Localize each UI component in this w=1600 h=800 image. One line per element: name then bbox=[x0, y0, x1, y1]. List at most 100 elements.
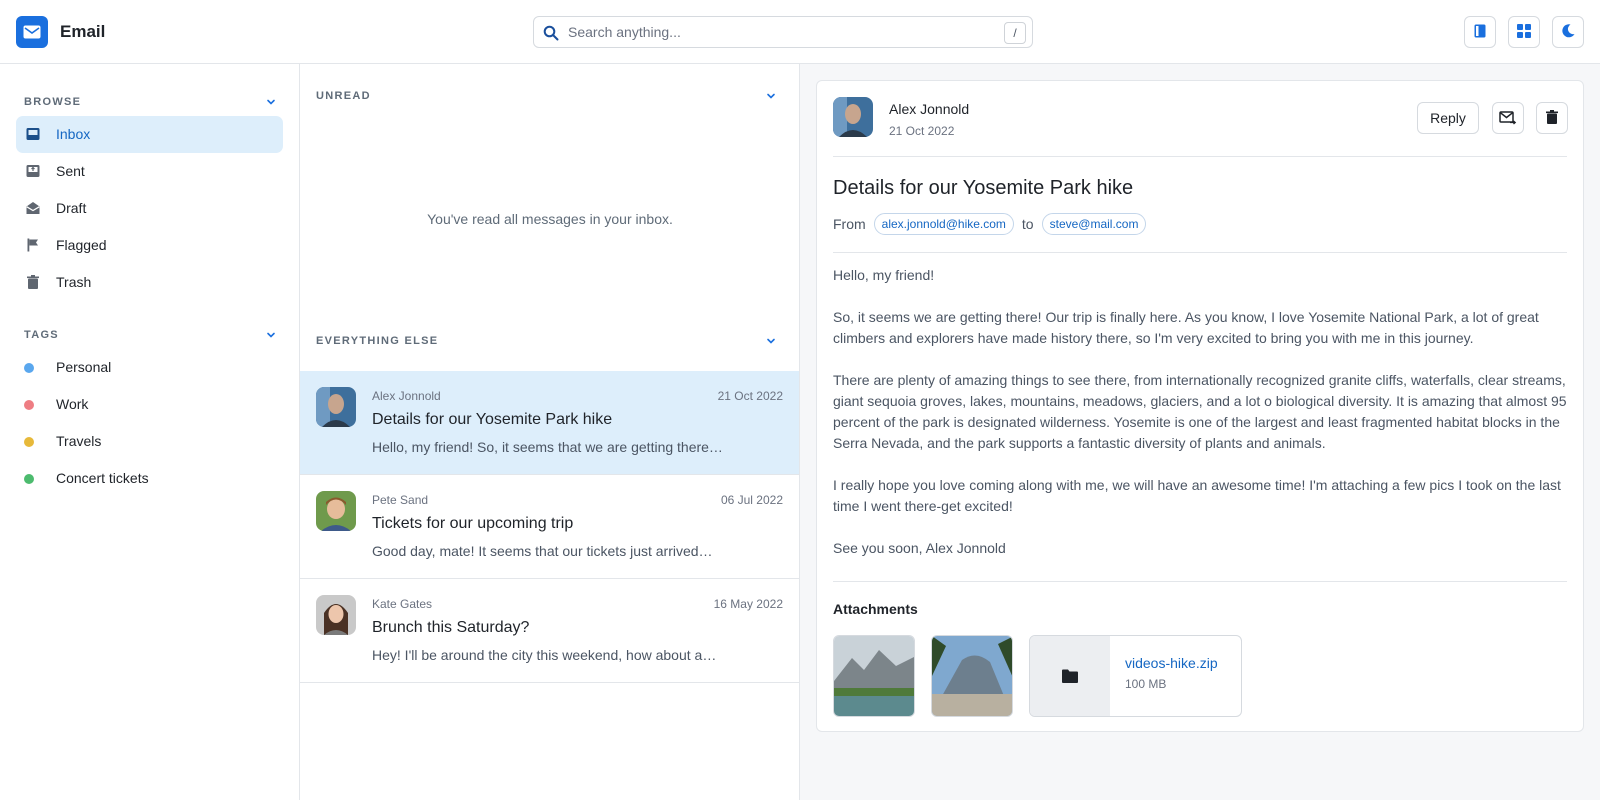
message-date: 21 Oct 2022 bbox=[717, 389, 783, 403]
message-preview: Hey! I'll be around the city this weeken… bbox=[372, 647, 717, 663]
attachment-image-thumbnail[interactable] bbox=[931, 635, 1013, 717]
bookmark-button[interactable] bbox=[1464, 16, 1496, 48]
message-item[interactable]: Alex Jonnold 21 Oct 2022 Details for our… bbox=[300, 371, 799, 475]
chevron-down-icon[interactable] bbox=[766, 333, 776, 349]
top-bar: Email / bbox=[0, 0, 1600, 64]
tag-dot-icon bbox=[24, 474, 34, 484]
tag-dot-icon bbox=[24, 363, 34, 373]
tag-dot-icon bbox=[24, 437, 34, 447]
flag-icon bbox=[25, 237, 41, 253]
body-paragraph: So, it seems we are getting there! Our t… bbox=[833, 309, 1539, 346]
unread-section-header[interactable]: UNREAD bbox=[316, 86, 776, 102]
tag-label: Work bbox=[56, 396, 89, 412]
sender-avatar bbox=[833, 97, 873, 137]
tag-label: Travels bbox=[56, 433, 102, 449]
tag-dot-icon bbox=[24, 400, 34, 410]
sidebar: BROWSE Inbox Sent Draft Flagged Trash TA… bbox=[0, 64, 300, 800]
sidebar-item-flagged[interactable]: Flagged bbox=[16, 227, 283, 264]
message-sender: Alex Jonnold bbox=[372, 389, 441, 403]
search-shortcut-key: / bbox=[1004, 22, 1026, 44]
avatar bbox=[316, 595, 356, 635]
search-icon bbox=[543, 25, 559, 44]
email-addresses: From alex.jonnold@hike.com to steve@mail… bbox=[833, 211, 1147, 237]
sidebar-item-sent[interactable]: Sent bbox=[16, 153, 283, 190]
divider bbox=[833, 156, 1567, 157]
moon-icon bbox=[1560, 23, 1576, 42]
message-sender: Kate Gates bbox=[372, 597, 433, 611]
search-box[interactable]: / bbox=[533, 16, 1033, 48]
attachment-file[interactable]: videos-hike.zip 100 MB bbox=[1029, 635, 1242, 717]
sidebar-item-label: Trash bbox=[56, 274, 92, 290]
unread-label: UNREAD bbox=[316, 90, 371, 102]
folder-icon bbox=[1030, 636, 1110, 716]
body-paragraph: I really hope you love coming along with… bbox=[833, 477, 1561, 514]
tag-item-concert-tickets[interactable]: Concert tickets bbox=[16, 460, 283, 497]
chevron-down-icon[interactable] bbox=[266, 327, 276, 343]
reply-button[interactable]: Reply bbox=[1417, 102, 1479, 134]
message-subject: Details for our Yosemite Park hike bbox=[372, 411, 613, 428]
tag-item-travels[interactable]: Travels bbox=[16, 423, 283, 460]
empty-unread-message: You've read all messages in your inbox. bbox=[427, 211, 673, 227]
mail-forward-icon bbox=[1499, 109, 1517, 128]
message-date: 06 Jul 2022 bbox=[720, 493, 783, 507]
sidebar-item-trash[interactable]: Trash bbox=[16, 264, 283, 301]
browse-label: BROWSE bbox=[24, 96, 82, 108]
body-paragraph: Hello, my friend! bbox=[833, 267, 935, 283]
sender-name: Alex Jonnold bbox=[889, 101, 970, 117]
message-item[interactable]: Pete Sand 06 Jul 2022 Tickets for our up… bbox=[300, 475, 799, 579]
to-email-chip[interactable]: steve@mail.com bbox=[1041, 213, 1147, 235]
bookmark-icon bbox=[1472, 23, 1488, 42]
attachments-heading: Attachments bbox=[833, 601, 918, 617]
tags-label: TAGS bbox=[24, 329, 59, 341]
to-label: to bbox=[1021, 216, 1034, 232]
from-email-chip[interactable]: alex.jonnold@hike.com bbox=[873, 213, 1014, 235]
message-preview: Good day, mate! It seems that our ticket… bbox=[372, 543, 713, 559]
attachment-image-thumbnail[interactable] bbox=[833, 635, 915, 717]
app-title: Email bbox=[60, 22, 106, 41]
sidebar-item-label: Flagged bbox=[56, 237, 107, 253]
forward-mail-button[interactable] bbox=[1492, 102, 1524, 134]
message-preview: Hello, my friend! So, it seems that we a… bbox=[372, 439, 723, 455]
avatar bbox=[316, 387, 356, 427]
sidebar-item-label: Sent bbox=[56, 163, 85, 179]
tag-label: Personal bbox=[56, 359, 112, 375]
inbox-icon bbox=[25, 126, 41, 142]
email-body: Hello, my friend! So, it seems we are ge… bbox=[833, 265, 1567, 580]
chevron-down-icon[interactable] bbox=[266, 94, 276, 110]
sent-icon bbox=[25, 163, 41, 179]
chevron-down-icon[interactable] bbox=[766, 88, 776, 104]
attachment-file-name[interactable]: videos-hike.zip bbox=[1125, 655, 1218, 671]
apps-grid-button[interactable] bbox=[1508, 16, 1540, 48]
message-subject: Brunch this Saturday? bbox=[372, 619, 530, 636]
browse-section-header[interactable]: BROWSE bbox=[24, 92, 276, 108]
tags-section-header[interactable]: TAGS bbox=[24, 325, 276, 341]
attachment-file-size: 100 MB bbox=[1125, 677, 1167, 691]
avatar bbox=[316, 491, 356, 531]
divider bbox=[833, 252, 1567, 253]
body-paragraph: See you soon, Alex Jonnold bbox=[833, 540, 1006, 556]
sidebar-item-draft[interactable]: Draft bbox=[16, 190, 283, 227]
tag-label: Concert tickets bbox=[56, 470, 149, 486]
everything-else-section-header[interactable]: EVERYTHING ELSE bbox=[316, 331, 776, 347]
sidebar-item-label: Draft bbox=[56, 200, 87, 216]
theme-toggle-button[interactable] bbox=[1552, 16, 1584, 48]
trash-icon bbox=[1544, 109, 1560, 128]
sidebar-item-inbox[interactable]: Inbox bbox=[16, 116, 283, 153]
message-item[interactable]: Kate Gates 16 May 2022 Brunch this Satur… bbox=[300, 579, 799, 683]
search-input[interactable] bbox=[568, 17, 988, 47]
from-label: From bbox=[833, 216, 866, 232]
tag-item-personal[interactable]: Personal bbox=[16, 349, 283, 386]
everything-else-label: EVERYTHING ELSE bbox=[316, 335, 439, 347]
message-date: 16 May 2022 bbox=[713, 597, 783, 611]
delete-button[interactable] bbox=[1536, 102, 1568, 134]
mail-logo-icon bbox=[16, 16, 48, 48]
body-paragraph: There are plenty of amazing things to se… bbox=[833, 372, 1567, 451]
divider bbox=[833, 581, 1567, 582]
grid-icon bbox=[1516, 23, 1532, 42]
message-subject: Tickets for our upcoming trip bbox=[372, 515, 574, 532]
message-list: UNREAD You've read all messages in your … bbox=[300, 64, 800, 800]
email-detail-card: Alex Jonnold 21 Oct 2022 Reply Details f… bbox=[816, 80, 1584, 732]
tag-item-work[interactable]: Work bbox=[16, 386, 283, 423]
draft-icon bbox=[25, 200, 41, 216]
sidebar-item-label: Inbox bbox=[56, 126, 91, 142]
